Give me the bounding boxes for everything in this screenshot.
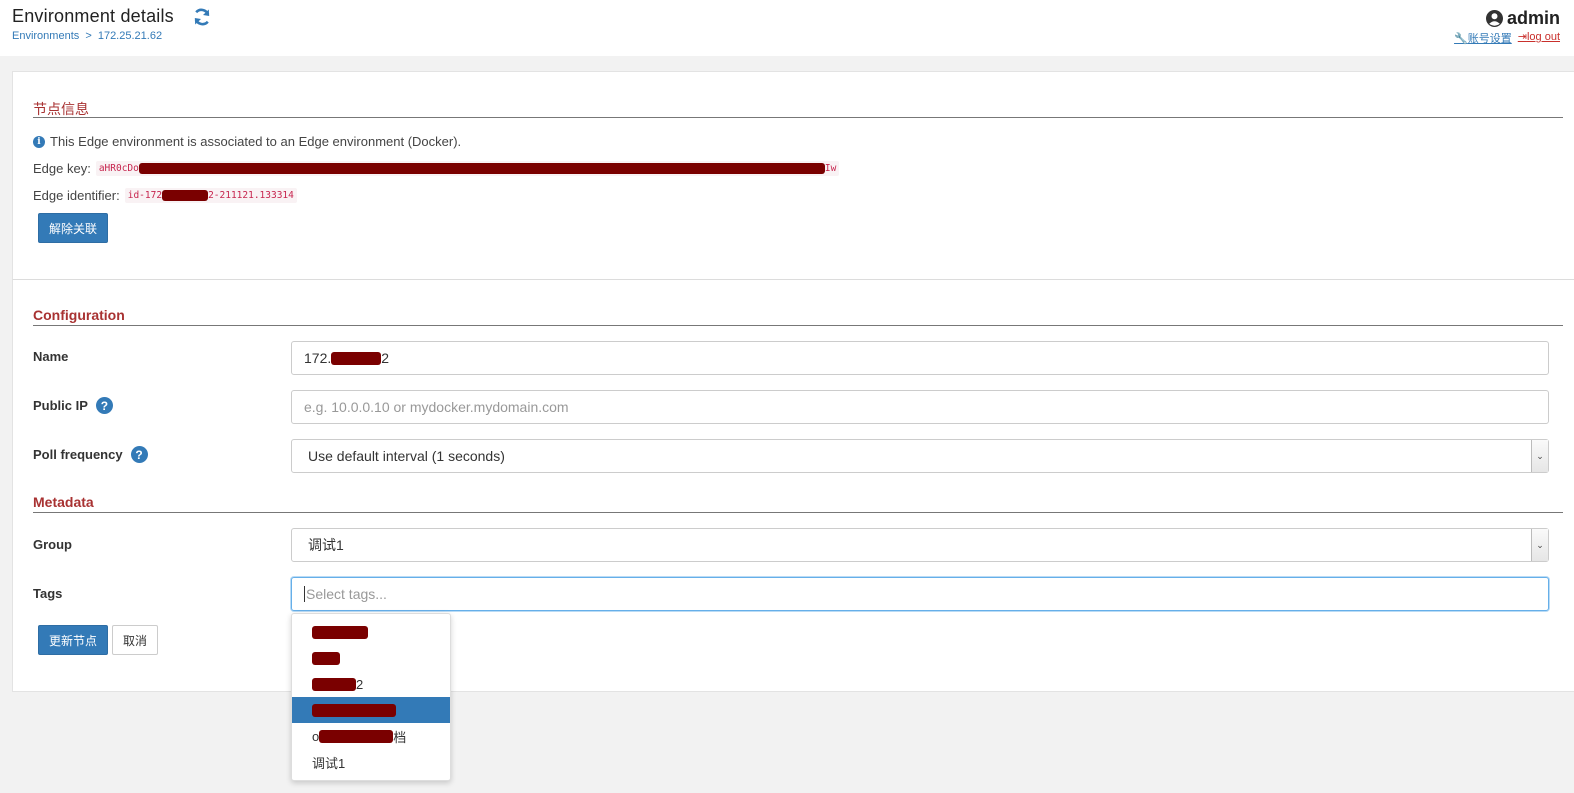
edge-key-label: Edge key:	[33, 161, 91, 176]
text-cursor	[304, 586, 305, 602]
section-divider	[33, 512, 1563, 513]
edge-key-row: Edge key: aHR0cDo Iw	[33, 161, 840, 176]
tag-option-suffix: 2	[356, 676, 364, 692]
edge-identifier-row: Edge identifier: id-172 2-211121.133314	[33, 188, 297, 203]
edge-identifier-label: Edge identifier:	[33, 188, 120, 203]
poll-frequency-label-text: Poll frequency	[33, 447, 123, 462]
public-ip-label: Public IP ?	[33, 397, 113, 414]
edge-id-suffix: 2-211121.133314	[208, 190, 294, 201]
section-divider	[33, 117, 1563, 118]
redaction-mark	[162, 190, 209, 201]
configuration-panel: Configuration Name 172. 2 Public IP ? e.g…	[12, 279, 1574, 692]
configuration-title: Configuration	[33, 307, 125, 323]
edge-info-text: This Edge environment is associated to a…	[50, 134, 462, 149]
tags-dropdown: 2 o档 调试1	[291, 613, 451, 781]
breadcrumb-current: 172.25.21.62	[97, 30, 163, 42]
breadcrumb: Environments > 172.25.21.62	[12, 30, 162, 42]
tags-placeholder: Select tags...	[306, 586, 387, 602]
username: admin	[1506, 8, 1560, 28]
tags-label-text: Tags	[33, 586, 63, 601]
wrench-icon: 🔧	[1454, 33, 1468, 45]
name-label-text: Name	[33, 349, 69, 364]
logout-link[interactable]: ⇥log out	[1518, 30, 1560, 46]
refresh-icon[interactable]	[192, 7, 212, 27]
redaction-mark	[312, 651, 340, 665]
tag-option-prefix: o	[312, 728, 320, 744]
account-settings-link[interactable]: 🔧账号设置	[1454, 30, 1512, 46]
account-settings-label: 账号设置	[1467, 33, 1512, 45]
node-info-title: 节点信息	[33, 101, 89, 117]
redaction-mark	[312, 625, 368, 639]
tag-option[interactable]: 2	[292, 671, 450, 697]
public-ip-input[interactable]: e.g. 10.0.0.10 or mydocker.mydomain.com	[291, 390, 1549, 424]
user-circle-icon	[1485, 10, 1503, 27]
section-divider	[33, 325, 1563, 326]
poll-frequency-select[interactable]: Use default interval (1 seconds) ⌄	[291, 439, 1549, 473]
page-title: Environment details	[12, 6, 174, 26]
metadata-title: Metadata	[33, 494, 94, 510]
update-node-button[interactable]: 更新节点	[38, 625, 108, 655]
name-value-prefix: 172.	[304, 350, 332, 366]
question-circle-icon[interactable]: ?	[95, 397, 113, 414]
tag-option[interactable]: o档	[292, 723, 450, 749]
disassociate-button[interactable]: 解除关联	[38, 213, 108, 243]
public-ip-label-text: Public IP	[33, 398, 88, 413]
tag-option[interactable]	[292, 619, 450, 645]
edge-info-message: i This Edge environment is associated to…	[33, 134, 461, 149]
breadcrumb-environments-link[interactable]: Environments	[12, 30, 79, 42]
poll-frequency-value: Use default interval (1 seconds)	[308, 448, 505, 464]
cancel-button[interactable]: 取消	[112, 625, 158, 655]
group-label: Group	[33, 537, 72, 552]
question-circle-icon[interactable]: ?	[130, 446, 148, 463]
redaction-mark	[138, 163, 825, 174]
edge-identifier-value: id-172 2-211121.133314	[124, 188, 297, 203]
redaction-mark	[312, 703, 396, 717]
edge-key-suffix: Iw	[824, 163, 837, 174]
redaction-mark	[319, 729, 394, 743]
edge-id-prefix: id-172	[127, 190, 163, 201]
breadcrumb-separator: >	[85, 30, 92, 42]
name-input[interactable]: 172. 2	[291, 341, 1549, 375]
tag-option-label: 调试1	[312, 755, 346, 771]
tag-option[interactable]: 调试1	[292, 749, 450, 775]
user-menu: admin	[1485, 8, 1560, 29]
info-circle-icon: i	[33, 135, 45, 148]
edge-key-prefix: aHR0cDo	[98, 163, 139, 174]
chevron-down-icon: ⌄	[1531, 440, 1548, 472]
tags-label: Tags	[33, 586, 62, 601]
group-label-text: Group	[33, 537, 72, 552]
edge-key-value: aHR0cDo Iw	[95, 161, 840, 176]
tag-option-suffix: 档	[393, 729, 407, 745]
tag-option[interactable]	[292, 645, 450, 671]
name-label: Name	[33, 349, 68, 364]
poll-frequency-label: Poll frequency ?	[33, 446, 148, 463]
logout-label: log out	[1526, 31, 1560, 43]
redaction-mark	[312, 677, 356, 691]
sign-out-icon: ⇥	[1517, 31, 1527, 43]
group-value: 调试1	[308, 537, 344, 553]
tags-input[interactable]: Select tags...	[291, 577, 1549, 611]
redaction-mark	[331, 351, 382, 365]
chevron-down-icon: ⌄	[1531, 529, 1548, 561]
user-links: 🔧账号设置 ⇥log out	[1454, 30, 1560, 46]
tag-option-highlighted[interactable]	[292, 697, 450, 723]
name-value-suffix: 2	[381, 350, 390, 366]
node-info-panel: 节点信息 i This Edge environment is associat…	[12, 71, 1574, 279]
group-select[interactable]: 调试1 ⌄	[291, 528, 1549, 562]
top-bar: Environment details Environments > 172.2…	[0, 0, 1574, 56]
